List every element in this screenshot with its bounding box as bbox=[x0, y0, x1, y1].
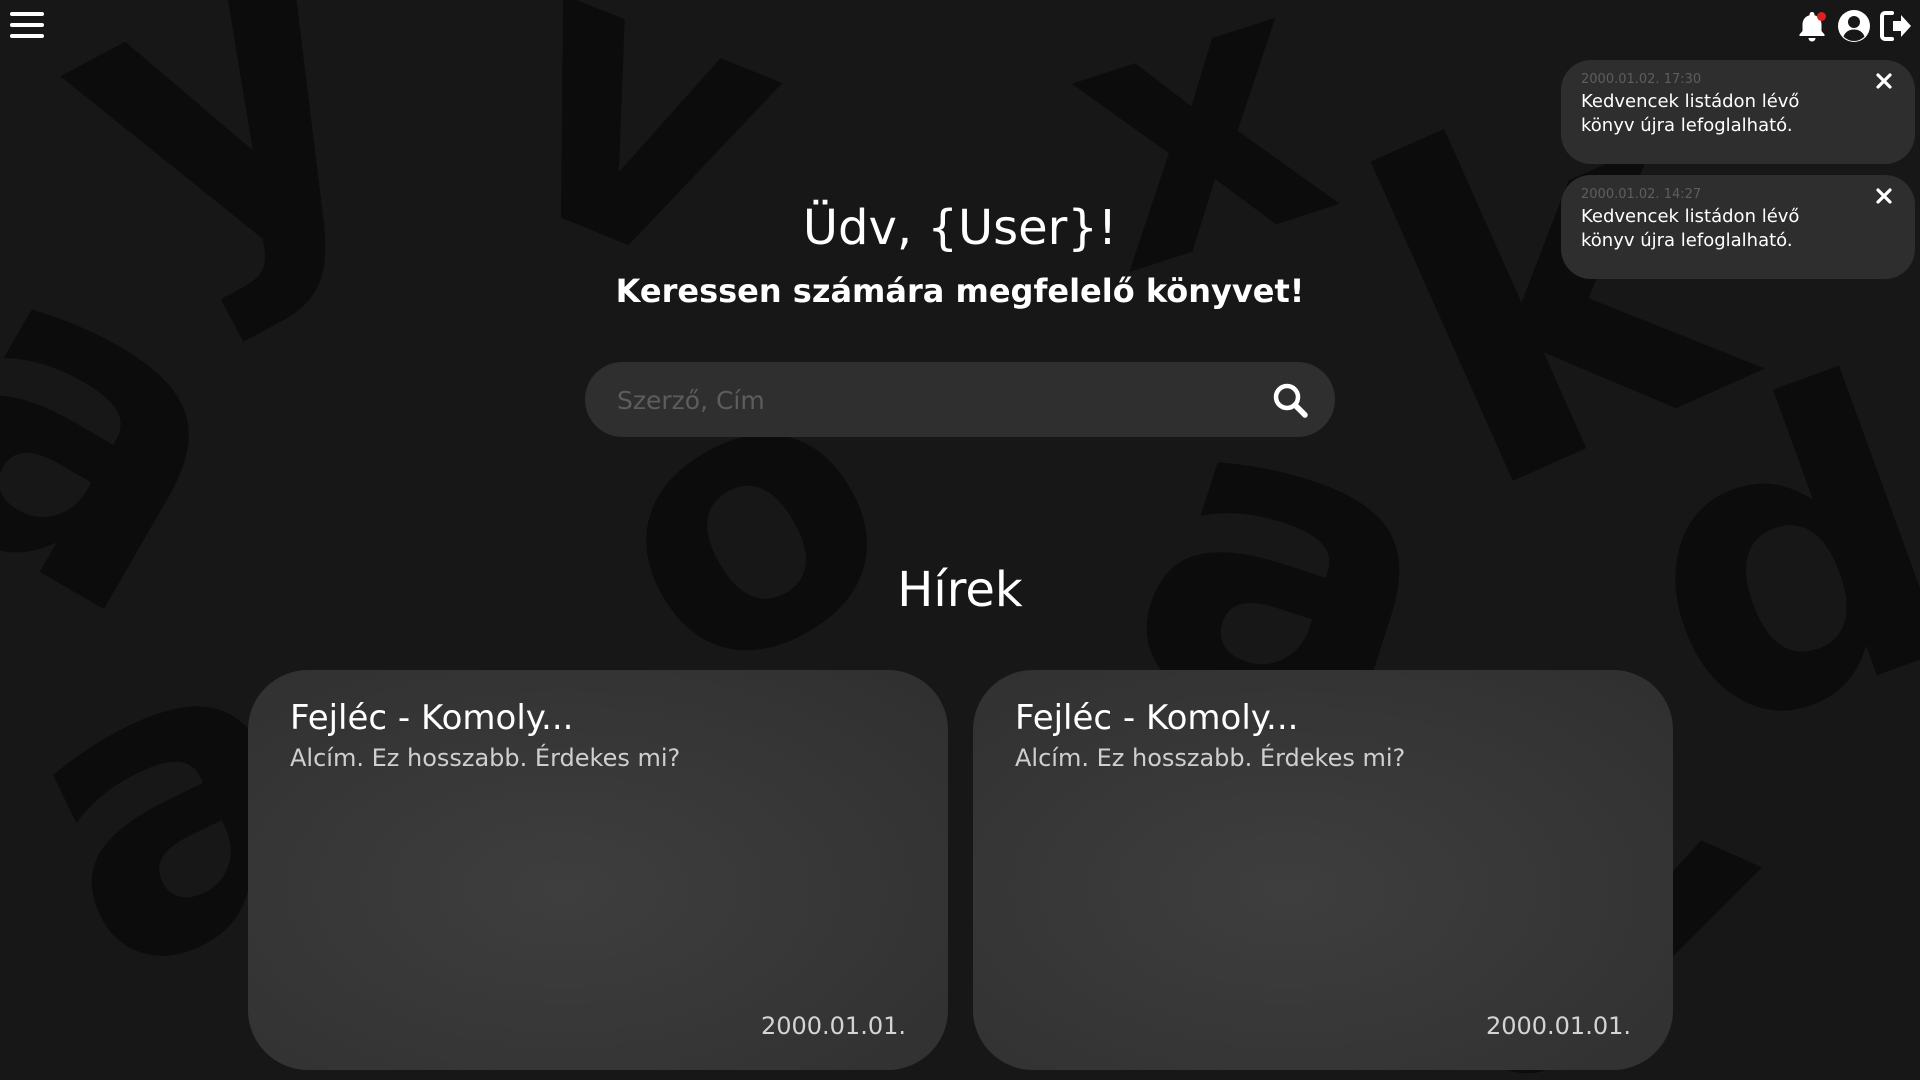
bell-icon[interactable] bbox=[1794, 8, 1830, 44]
news-section-title: Hírek bbox=[897, 562, 1023, 618]
notification-text: Kedvencek listádon lévő könyv újra lefog… bbox=[1581, 91, 1800, 136]
close-icon-graphic bbox=[1876, 73, 1892, 89]
user-circle-icon[interactable] bbox=[1836, 8, 1872, 44]
menu-line bbox=[10, 12, 44, 16]
news-card-date: 2000.01.01. bbox=[1485, 1012, 1631, 1040]
notification-card: 2000.01.02. 17:30 Kedvencek listádon lév… bbox=[1561, 60, 1915, 164]
logout-icon[interactable] bbox=[1878, 8, 1914, 44]
news-card-title: Fejléc - Komoly... bbox=[290, 698, 574, 738]
news-card-date: 2000.01.01. bbox=[760, 1012, 906, 1040]
greeting-subtitle: Keressen számára megfelelő könyvet! bbox=[615, 272, 1305, 310]
page: y v x a k o a d a y bbox=[0, 0, 1920, 1080]
news-card-subtitle: Alcím. Ez hosszabb. Érdekes mi? bbox=[1015, 744, 1406, 772]
news-card[interactable]: Fejléc - Komoly... Alcím. Ez hosszabb. É… bbox=[973, 670, 1673, 1070]
user-icon-graphic bbox=[1838, 10, 1870, 42]
greeting-title: Üdv, {User}! bbox=[802, 200, 1118, 256]
news-card[interactable]: Fejléc - Komoly... Alcím. Ez hosszabb. É… bbox=[248, 670, 948, 1070]
search-bar bbox=[585, 362, 1335, 439]
menu-line bbox=[10, 34, 44, 38]
news-card-title: Fejléc - Komoly... bbox=[1015, 698, 1299, 738]
header-actions bbox=[1794, 8, 1914, 44]
logout-icon-graphic bbox=[1880, 11, 1911, 41]
search-input[interactable] bbox=[615, 362, 1239, 439]
search-icon-graphic bbox=[1273, 383, 1308, 418]
notification-badge bbox=[1817, 12, 1826, 21]
news-card-subtitle: Alcím. Ez hosszabb. Érdekes mi? bbox=[290, 744, 681, 772]
hamburger-menu-button[interactable] bbox=[10, 12, 44, 42]
close-icon[interactable] bbox=[1875, 72, 1893, 90]
notification-time: 2000.01.02. 17:30 bbox=[1581, 72, 1702, 87]
menu-line bbox=[10, 23, 44, 27]
search-icon[interactable] bbox=[1271, 381, 1309, 419]
